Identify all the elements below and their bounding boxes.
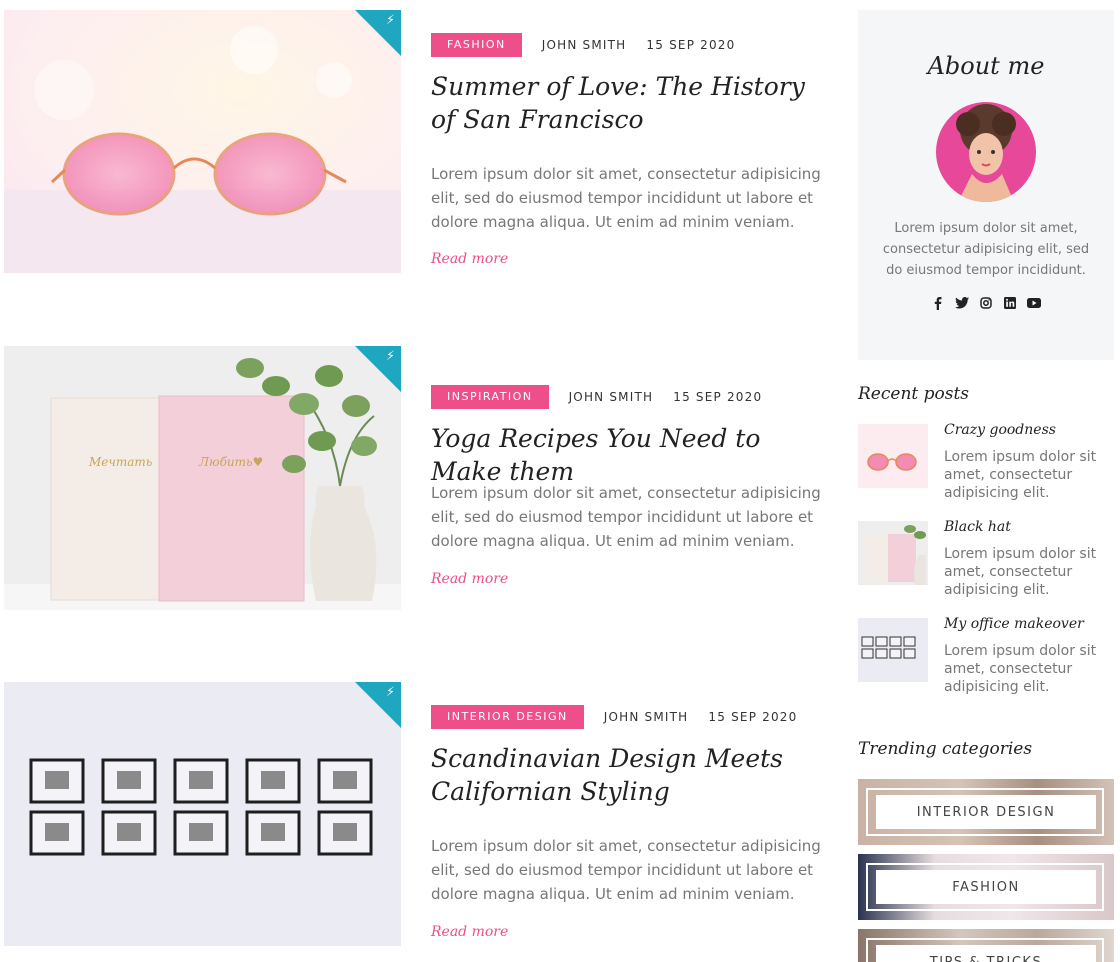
svg-text:Любить♥: Любить♥ <box>198 455 263 469</box>
post-author[interactable]: JOHN SMITH <box>569 390 654 404</box>
recent-post-title[interactable]: My office makeover <box>944 616 1084 632</box>
post-card: ⚡ INTERIOR DESIGN JOHN SMITH 15 SEP 2020… <box>4 682 834 962</box>
read-more-link[interactable]: Read more <box>431 251 508 267</box>
social-links <box>858 296 1114 310</box>
recent-post-title[interactable]: Crazy goodness <box>944 422 1056 438</box>
category-badge[interactable]: INSPIRATION <box>431 385 549 409</box>
recent-post-thumbnail[interactable] <box>858 424 928 488</box>
post-title[interactable]: Scandinavian Design Meets Californian St… <box>431 742 831 808</box>
read-more-link[interactable]: Read more <box>431 571 508 587</box>
post-author[interactable]: JOHN SMITH <box>542 38 627 52</box>
lightning-icon: ⚡ <box>385 349 395 364</box>
recent-post-excerpt: Lorem ipsum dolor sit amet, consectetur … <box>944 643 1097 695</box>
recent-post-title[interactable]: Black hat <box>944 519 1011 535</box>
recent-posts-heading: Recent posts <box>858 384 970 404</box>
category-label[interactable]: TIPS & TRICKS <box>876 945 1096 962</box>
trending-categories-heading: Trending categories <box>858 739 1033 759</box>
post-excerpt: Lorem ipsum dolor sit amet, consectetur … <box>431 165 821 231</box>
recent-post-thumbnail[interactable] <box>858 521 928 585</box>
recent-post-item[interactable]: Black hat Lorem ipsum dolor sit amet, co… <box>858 519 1114 601</box>
category-badge[interactable]: INTERIOR DESIGN <box>431 705 584 729</box>
svg-text:Мечтать: Мечтать <box>88 455 152 469</box>
trending-category-card[interactable]: INTERIOR DESIGN <box>858 779 1114 845</box>
post-image-notebooks[interactable]: Мечтать Любить♥ ⚡ <box>4 346 401 610</box>
recent-post-excerpt: Lorem ipsum dolor sit amet, consectetur … <box>944 546 1097 598</box>
recent-post-item[interactable]: Crazy goodness Lorem ipsum dolor sit ame… <box>858 422 1114 504</box>
about-text: Lorem ipsum dolor sit amet, consectetur … <box>882 221 1090 278</box>
post-date: 15 SEP 2020 <box>646 38 736 52</box>
lightning-icon: ⚡ <box>385 13 395 28</box>
trending-category-card[interactable]: FASHION <box>858 854 1114 920</box>
recent-post-item[interactable]: My office makeover Lorem ipsum dolor sit… <box>858 616 1114 698</box>
youtube-icon[interactable] <box>1027 296 1041 310</box>
category-label[interactable]: FASHION <box>876 870 1096 904</box>
avatar <box>936 102 1036 202</box>
read-more-link[interactable]: Read more <box>431 924 508 940</box>
lightning-icon: ⚡ <box>385 685 395 700</box>
about-title: About me <box>927 52 1045 80</box>
linkedin-icon[interactable] <box>1003 296 1017 310</box>
category-badge[interactable]: FASHION <box>431 33 522 57</box>
post-image-glasses[interactable]: ⚡ <box>4 10 401 273</box>
post-title[interactable]: Yoga Recipes You Need to Make them <box>431 422 831 488</box>
category-label[interactable]: INTERIOR DESIGN <box>876 795 1096 829</box>
post-date: 15 SEP 2020 <box>708 710 798 724</box>
post-meta: INTERIOR DESIGN JOHN SMITH 15 SEP 2020 <box>431 705 797 729</box>
about-widget: About me Lorem ipsum dolor sit amet, con… <box>858 10 1114 360</box>
post-date: 15 SEP 2020 <box>673 390 763 404</box>
post-title[interactable]: Summer of Love: The History of San Franc… <box>431 70 831 136</box>
post-meta: INSPIRATION JOHN SMITH 15 SEP 2020 <box>431 385 762 409</box>
twitter-icon[interactable] <box>955 296 969 310</box>
post-meta: FASHION JOHN SMITH 15 SEP 2020 <box>431 33 735 57</box>
post-author[interactable]: JOHN SMITH <box>604 710 689 724</box>
recent-post-thumbnail[interactable] <box>858 618 928 682</box>
instagram-icon[interactable] <box>979 296 993 310</box>
post-card: ⚡ FASHION JOHN SMITH 15 SEP 2020 Summer … <box>4 10 834 310</box>
facebook-icon[interactable] <box>931 296 945 310</box>
recent-post-excerpt: Lorem ipsum dolor sit amet, consectetur … <box>944 449 1097 501</box>
post-card: Мечтать Любить♥ ⚡ INSPIRATION JOHN SMITH… <box>4 346 834 646</box>
post-excerpt: Lorem ipsum dolor sit amet, consectetur … <box>431 484 821 550</box>
post-excerpt: Lorem ipsum dolor sit amet, consectetur … <box>431 837 821 903</box>
trending-category-card[interactable]: TIPS & TRICKS <box>858 929 1114 962</box>
post-image-frames[interactable]: ⚡ <box>4 682 401 946</box>
